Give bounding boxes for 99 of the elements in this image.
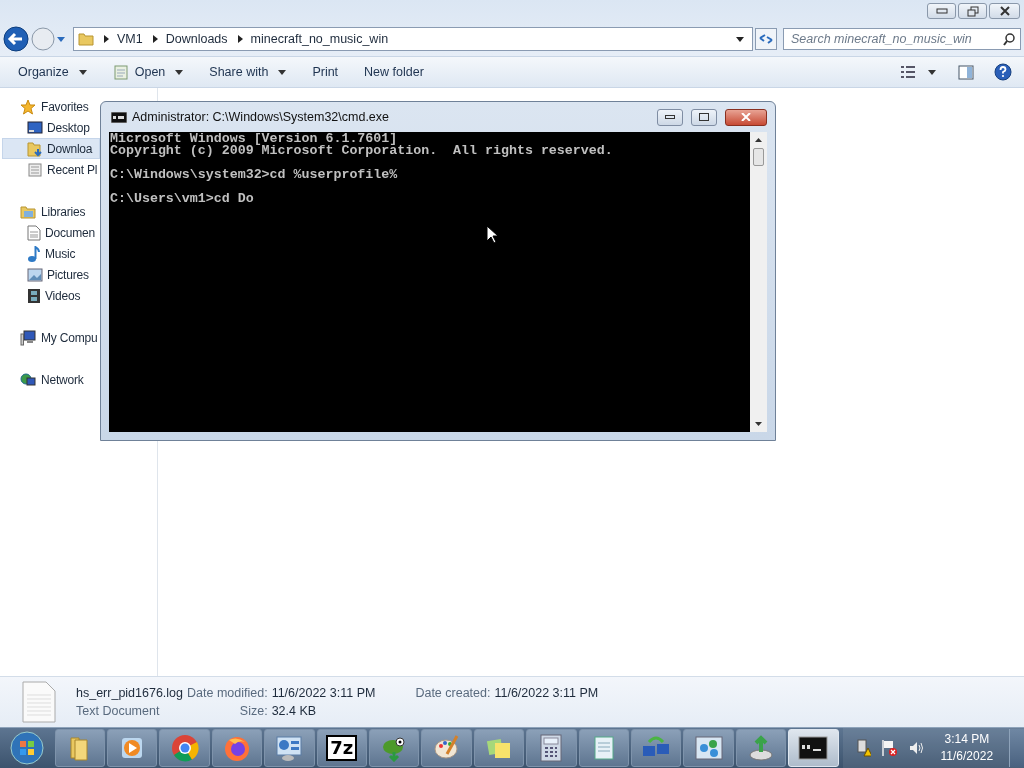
detail-label: Date created:	[415, 686, 491, 700]
sidebar-item[interactable]: Videos	[27, 285, 81, 306]
scroll-up-icon[interactable]	[755, 138, 762, 142]
close-button[interactable]	[989, 3, 1020, 19]
browser-icon	[170, 734, 199, 762]
sidebar-item[interactable]: Libraries	[20, 201, 86, 222]
scroll-down-icon[interactable]	[755, 422, 762, 426]
picture-icon	[27, 267, 43, 282]
caret-icon	[278, 69, 287, 75]
maximize-icon	[699, 113, 709, 121]
sidebar-item[interactable]: Network	[20, 369, 84, 390]
detail-value: 11/6/2022 3:11 PM	[494, 686, 599, 700]
refresh-button[interactable]	[755, 28, 777, 50]
close-icon	[741, 113, 751, 121]
search-icon[interactable]	[1003, 33, 1015, 46]
toolbar-button[interactable]: Organize	[10, 60, 95, 84]
toolbar-button[interactable]: Open	[104, 60, 192, 84]
close-button[interactable]	[725, 108, 767, 126]
calculator-icon	[538, 734, 565, 762]
detail-value: 11/6/2022 3:11 PM	[271, 686, 376, 700]
network-icon	[20, 371, 36, 388]
maximize-button[interactable]	[691, 108, 717, 126]
volume-icon[interactable]	[908, 741, 925, 755]
view-list-icon[interactable]	[900, 65, 916, 79]
toolbar-button[interactable]: Print	[304, 60, 347, 84]
star-icon	[20, 98, 36, 115]
sidebar-item[interactable]: Pictures	[27, 264, 89, 285]
minimize-icon	[665, 115, 675, 119]
detail-label: Date modified:	[187, 686, 268, 700]
breadcrumb-item[interactable]: VM1	[117, 32, 143, 46]
browser-icon	[223, 734, 252, 762]
breadcrumb-item[interactable]: minecraft_no_music_win	[250, 32, 389, 46]
restore-icon	[966, 5, 979, 17]
dropdown-icon[interactable]	[736, 36, 744, 42]
mouse-cursor	[486, 225, 498, 244]
sidebar-item[interactable]: Recent Pl	[27, 159, 98, 180]
minimize-icon	[935, 8, 948, 14]
clock-date[interactable]: 11/6/2022	[940, 748, 994, 765]
detail-value: 32.4 KB	[271, 704, 318, 718]
recent-places-icon	[27, 161, 43, 178]
film-icon	[27, 287, 41, 304]
scrollbar-thumb[interactable]	[753, 148, 764, 166]
help-icon[interactable]	[994, 63, 1012, 81]
caret-icon	[175, 69, 184, 75]
sidebar-item[interactable]: Downloa	[2, 138, 100, 159]
installer-icon	[746, 734, 775, 762]
sidebar-item[interactable]: Favorites	[20, 96, 89, 117]
text-file-icon	[22, 681, 56, 723]
detail-label: Size:	[238, 704, 268, 718]
folder-icon	[27, 140, 43, 157]
sidebar-item[interactable]: Music	[27, 243, 76, 264]
dropdown-icon[interactable]	[928, 69, 936, 75]
computer-icon	[20, 329, 36, 346]
sidebar-item[interactable]: My Compu	[20, 327, 98, 348]
library-icon	[20, 203, 36, 220]
toolbar-button[interactable]: New folder	[356, 60, 432, 84]
close-icon	[998, 6, 1011, 16]
palette-icon	[432, 734, 461, 762]
chevron-icon	[152, 35, 158, 43]
console-line: Microsoft Windows [Version 6.1.7601]	[110, 131, 398, 146]
folder-icon	[78, 32, 94, 46]
console-line: C:\Users\vm1>cd Do	[110, 191, 254, 206]
chevron-icon	[237, 35, 243, 43]
toolbar-button[interactable]: Share with	[201, 60, 295, 84]
music-note-icon	[27, 245, 41, 262]
minimize-button[interactable]	[657, 108, 683, 126]
archive-icon: 7z	[326, 735, 358, 761]
document-icon	[27, 224, 41, 241]
file-name: hs_err_pid1676.log	[76, 686, 184, 700]
sidebar-item[interactable]: Documen	[27, 222, 95, 243]
search-field[interactable]: Search minecraft_no_music_win	[783, 28, 1021, 50]
windows-logo-icon	[10, 731, 45, 765]
console-line: C:\Windows\system32>cd %userprofile%	[110, 167, 398, 182]
refresh-icon	[759, 33, 773, 45]
taskbar-button[interactable]: 7z	[316, 729, 368, 767]
back-button[interactable]	[3, 26, 29, 52]
notepad-icon	[112, 64, 129, 80]
sidebar-item[interactable]: Desktop	[27, 117, 90, 138]
restore-button[interactable]	[958, 3, 987, 19]
console-icon	[111, 111, 127, 123]
file-type: Text Document	[76, 704, 161, 718]
breadcrumb-item[interactable]: Downloads	[165, 32, 228, 46]
scrollbar[interactable]	[750, 132, 767, 432]
molecule-icon	[693, 734, 724, 762]
caret-icon	[78, 69, 87, 75]
console-icon	[798, 736, 829, 760]
show-desktop-button[interactable]	[1009, 729, 1024, 767]
control-panel-icon	[275, 734, 304, 762]
preview-pane-icon[interactable]	[958, 64, 974, 80]
power-warning-icon	[854, 739, 871, 757]
desktop-icon	[27, 120, 43, 135]
chevron-icon	[104, 35, 109, 43]
start-button[interactable]	[8, 728, 47, 768]
history-dropdown-icon[interactable]	[57, 36, 65, 42]
flag-error-icon	[880, 739, 899, 757]
window-title: Administrator: C:\Windows\System32\cmd.exe	[132, 110, 390, 124]
address-bar[interactable]: VM1 Downloads minecraft_no_music_win	[73, 27, 753, 51]
taskbar-button[interactable]	[526, 729, 577, 767]
clock-time[interactable]: 3:14 PM	[944, 731, 990, 748]
